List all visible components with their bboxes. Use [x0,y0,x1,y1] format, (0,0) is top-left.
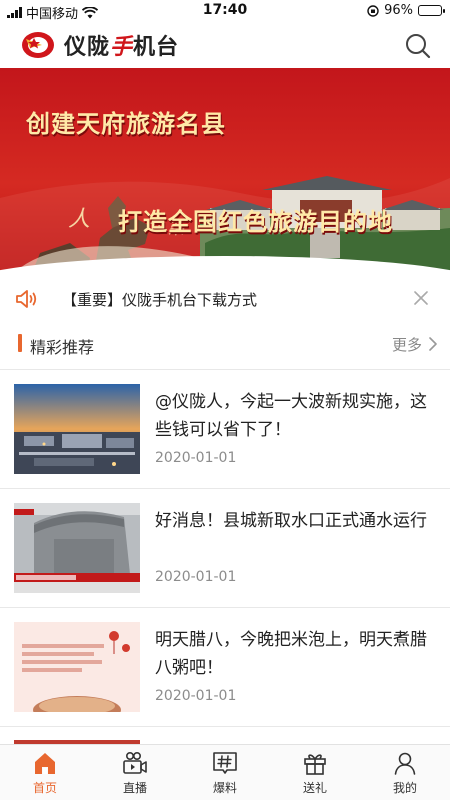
tab-live[interactable]: 直播 [90,745,180,800]
news-date: 2020-01-01 [155,450,237,466]
banner-headline-1: 创建天府旅游名县 [26,109,226,138]
tab-label: 首页 [32,781,57,795]
news-thumbnail[interactable] [14,622,140,712]
gift-icon [304,754,326,775]
carousel-dot[interactable] [233,264,239,270]
divider [0,607,450,608]
tab-label: 送礼 [302,781,327,795]
news-item[interactable]: 明天腊八，今晚把米泡上，明天煮腊八粥吧！ 2020-01-01 [0,622,450,740]
tab-label: 我的 [392,781,417,795]
more-link[interactable]: 更多 [392,334,422,355]
news-title[interactable]: 明天腊八，今晚把米泡上，明天煮腊八粥吧！ [155,626,435,682]
news-title[interactable]: @仪陇人，今起一大波新规实施，这些钱可以省下了！ [155,388,435,444]
battery-info: 96% [367,3,445,18]
notice-bar[interactable]: 【重要】仪陇手机台下载方式 [0,280,450,318]
user-icon [394,752,416,775]
divider [0,726,450,727]
carousel-dot[interactable] [222,264,228,270]
search-icon[interactable] [404,32,432,60]
section-title: 精彩推荐 [30,338,95,357]
battery-percent: 96% [384,3,413,18]
banner-headline-2: 打造全国红色旅游目的地 [118,207,393,236]
divider [0,369,450,370]
banner-image: 人 光 荣 [0,176,450,278]
section-accent-bar [18,334,22,352]
logo-emblem-icon [22,32,54,58]
bottom-tab-bar: 首页 直播 爆料 送礼 我的 [0,744,450,800]
chevron-right-icon[interactable] [428,337,438,351]
news-title[interactable]: 好消息！县城新取水口正式通水运行 [155,507,435,535]
app-logo[interactable]: 仪陇手机台 [20,29,179,61]
news-thumbnail[interactable] [14,384,140,474]
tab-gift[interactable]: 送礼 [270,745,360,800]
carousel-dot[interactable] [211,264,217,270]
svg-text:人: 人 [68,207,90,232]
video-camera-icon [123,751,147,774]
status-bar: 中国移动 17:40 96% [0,0,450,22]
section-header: 精彩推荐 更多 [0,326,450,362]
news-item[interactable]: @仪陇人，今起一大波新规实施，这些钱可以省下了！ 2020-01-01 [0,384,450,502]
divider [0,488,450,489]
tab-label: 爆料 [212,781,237,795]
home-icon [35,753,55,774]
carousel-dots[interactable] [0,264,450,270]
tab-report[interactable]: 爆料 [180,745,270,800]
tab-home[interactable]: 首页 [0,745,90,800]
speaker-icon [16,290,37,308]
app-name: 仪陇手机台 [64,35,180,60]
tab-profile[interactable]: 我的 [360,745,450,800]
orientation-lock-icon [367,4,379,17]
app-header: 仪陇手机台 [0,22,450,68]
news-thumbnail[interactable] [14,503,140,593]
news-date: 2020-01-01 [155,688,237,704]
banner-carousel[interactable]: 人 光 荣 创建天府旅游名县 打造全国红色旅游目的地 [0,68,450,278]
news-item[interactable]: 好消息！县城新取水口正式通水运行 2020-01-01 [0,503,450,621]
hashtag-icon [213,752,237,774]
notice-text[interactable]: 【重要】仪陇手机台下载方式 [62,289,257,310]
close-icon[interactable] [414,291,428,305]
battery-icon [418,5,445,16]
news-date: 2020-01-01 [155,569,237,585]
tab-label: 直播 [122,781,147,795]
